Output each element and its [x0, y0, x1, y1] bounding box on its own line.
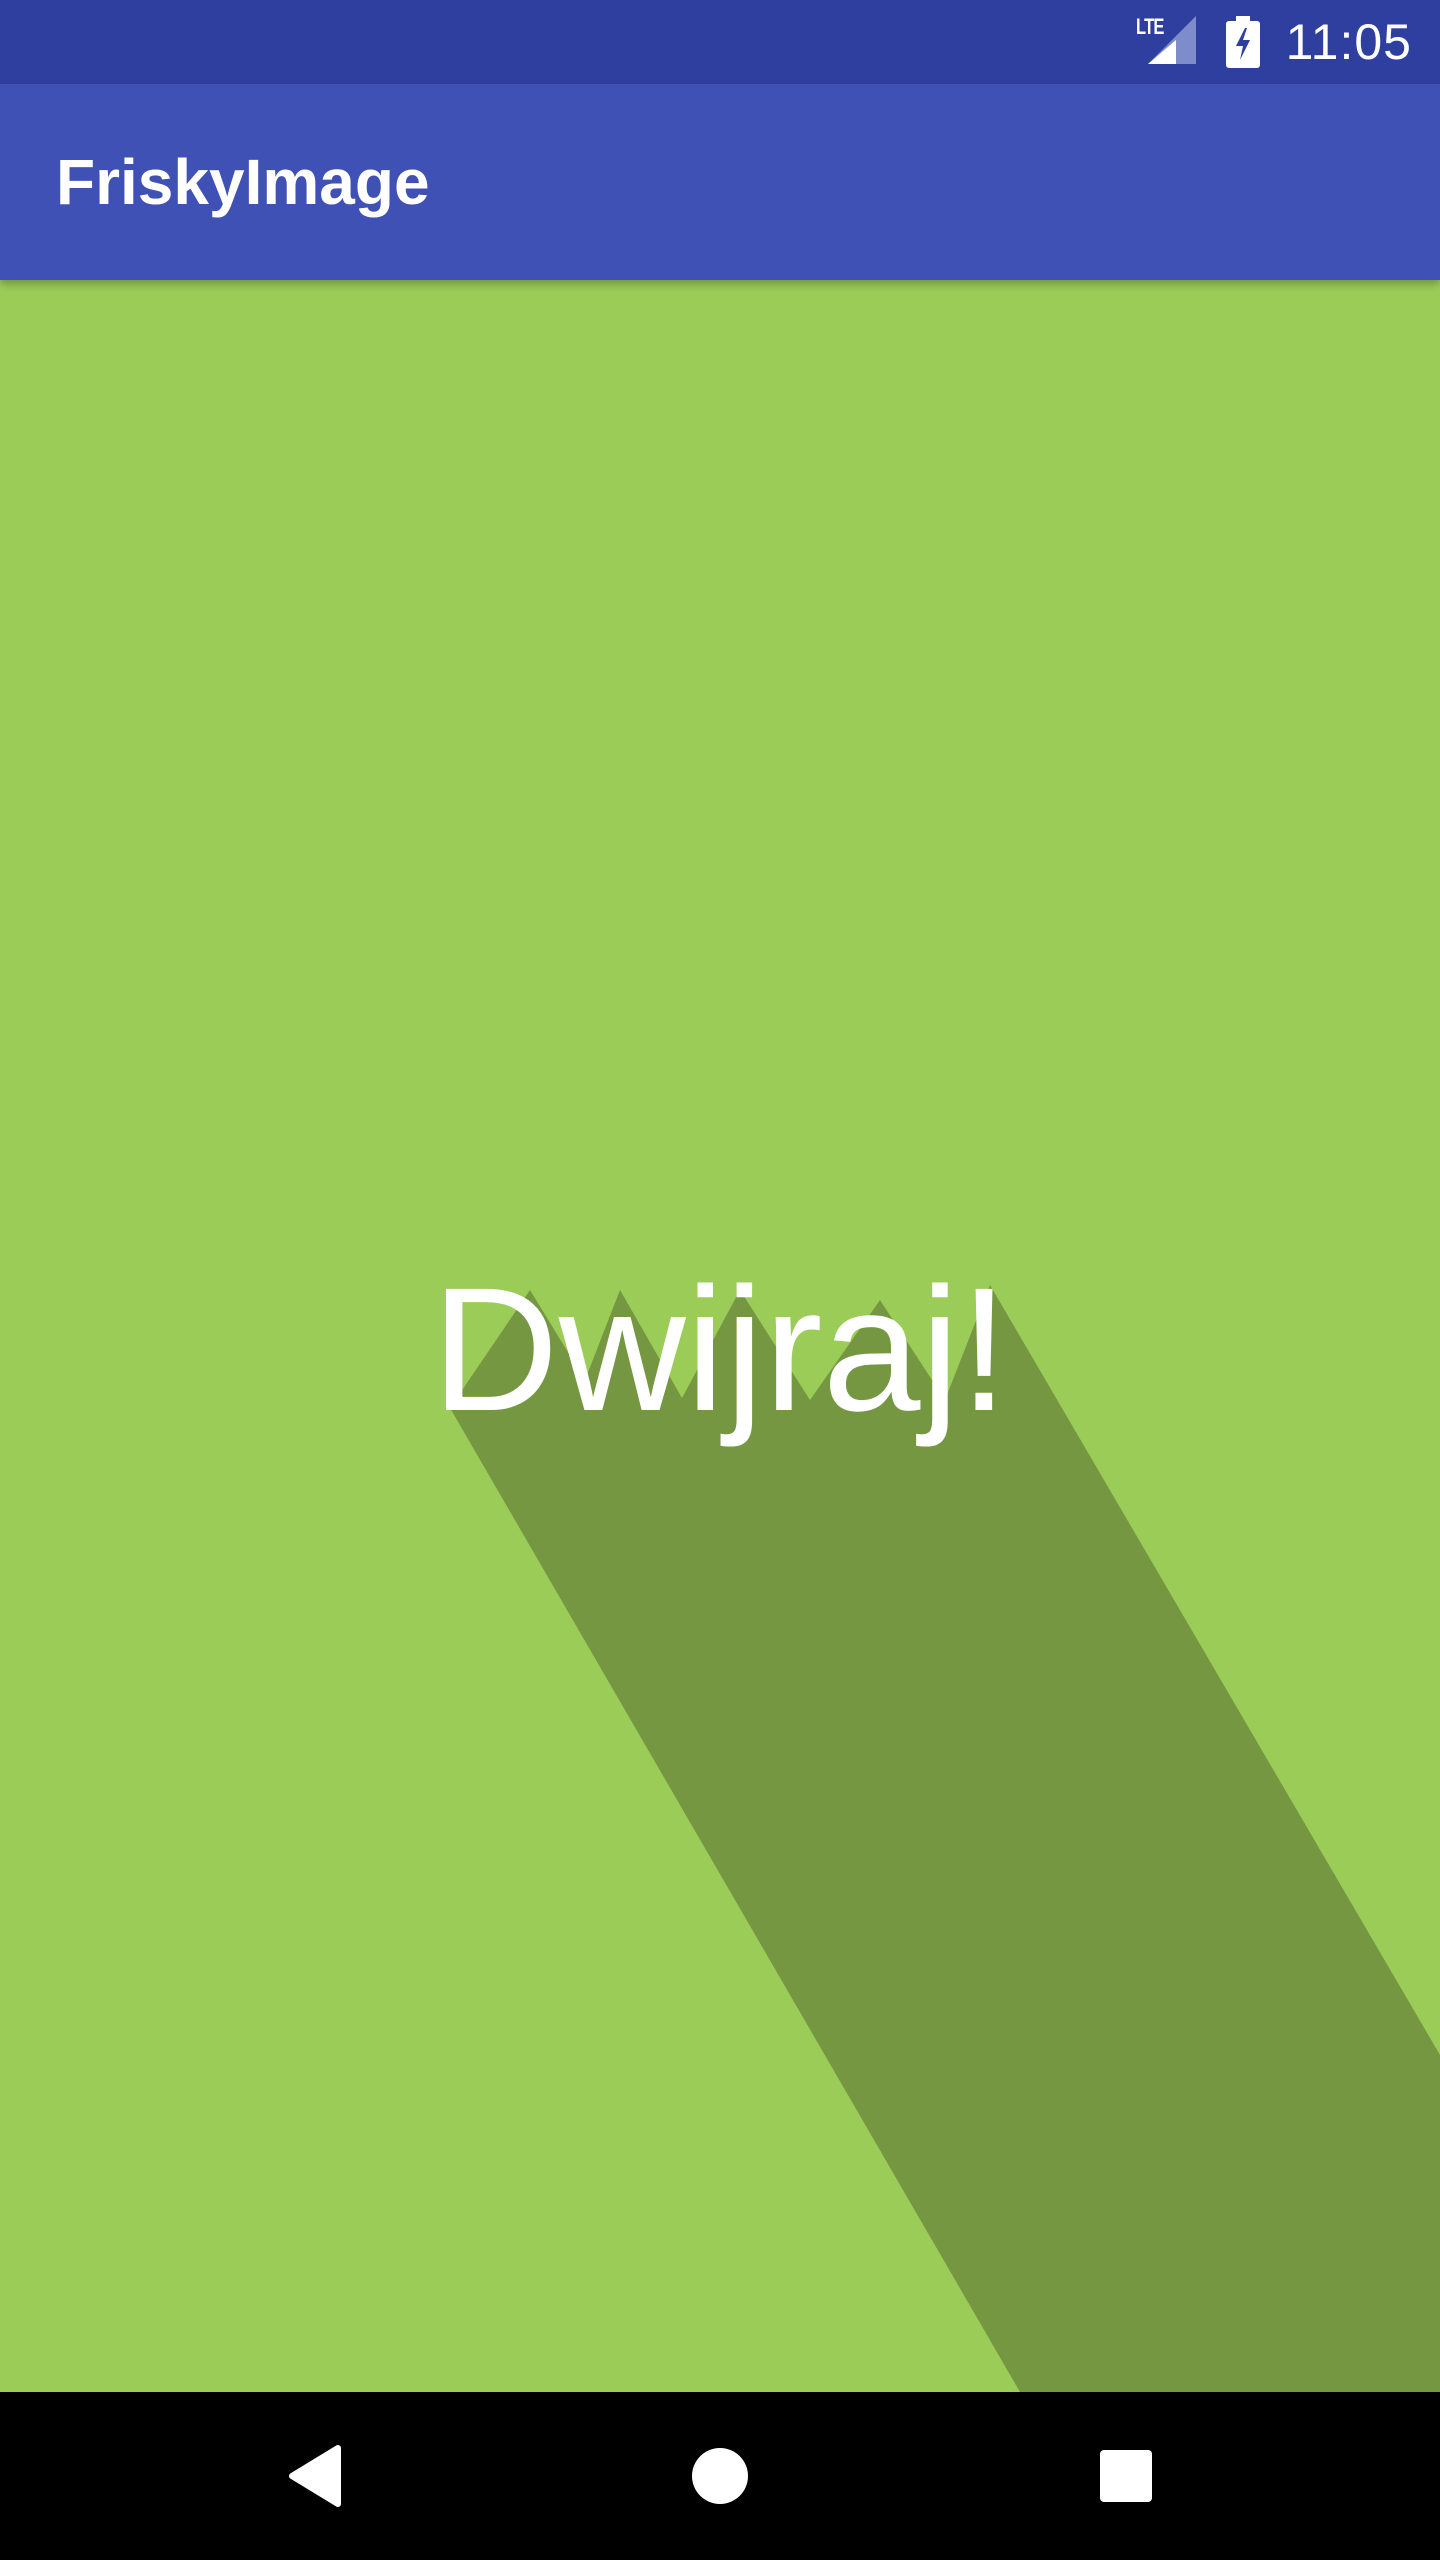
status-icons: LTE 11:05	[1136, 0, 1412, 84]
navigation-bar	[0, 2392, 1440, 2560]
status-clock: 11:05	[1285, 14, 1412, 70]
main-text: Dwijraj!	[431, 1252, 1009, 1448]
battery-charging-icon	[1225, 16, 1260, 68]
lte-signal-icon: LTE	[1136, 14, 1200, 68]
back-icon	[289, 2445, 341, 2507]
status-bar: LTE 11:05	[0, 0, 1440, 84]
recents-icon	[1100, 2450, 1152, 2502]
recents-button[interactable]	[1042, 2392, 1210, 2560]
home-icon	[692, 2448, 748, 2504]
home-button[interactable]	[636, 2392, 804, 2560]
screen: LTE 11:05 FriskyImage Dwijraj!	[0, 0, 1440, 2560]
app-bar: FriskyImage	[0, 84, 1440, 280]
back-button[interactable]	[232, 2392, 400, 2560]
app-title: FriskyImage	[56, 146, 430, 218]
